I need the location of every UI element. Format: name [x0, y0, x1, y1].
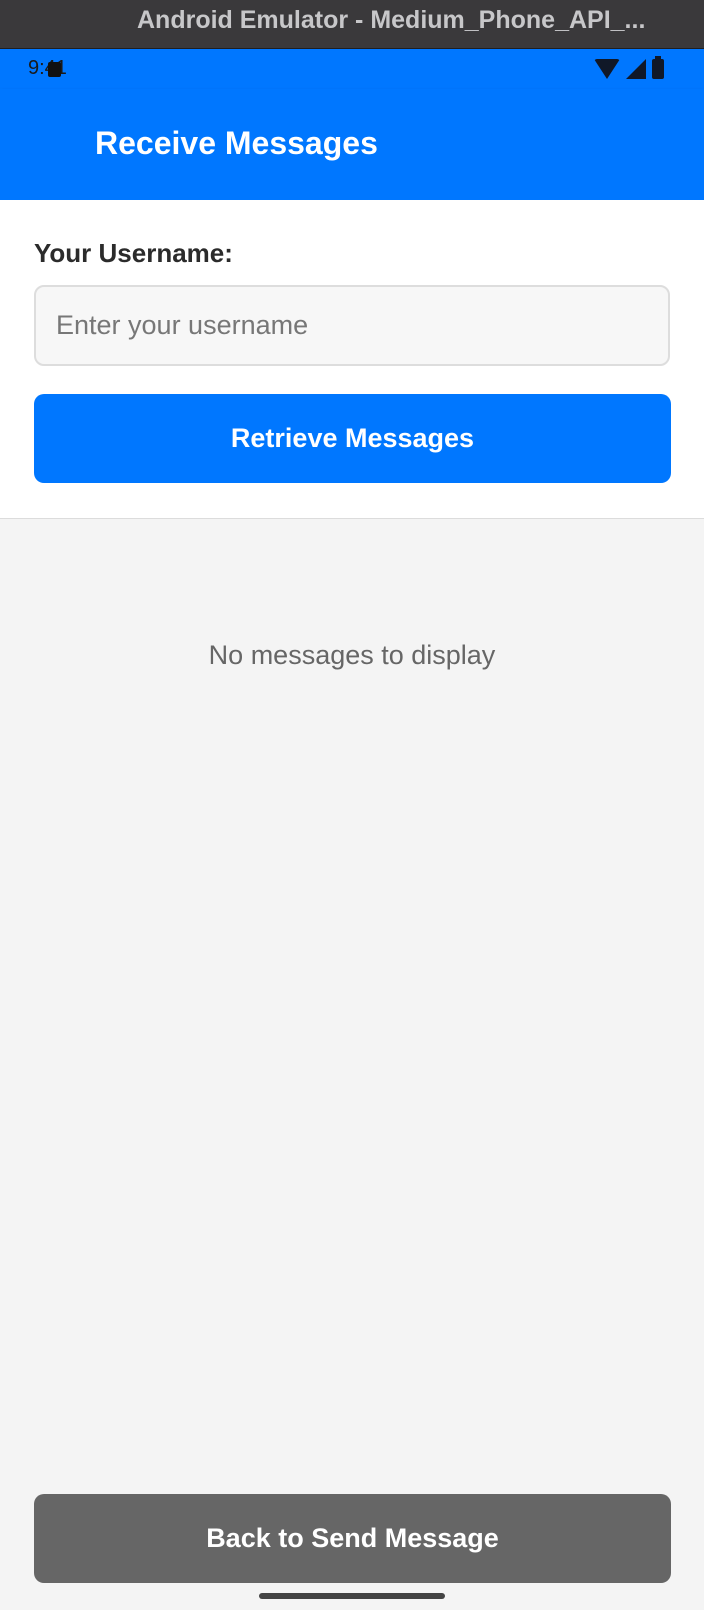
status-icons	[594, 56, 664, 79]
battery-icon	[652, 56, 664, 79]
retrieve-messages-button[interactable]: Retrieve Messages	[34, 394, 671, 483]
messages-list[interactable]: No messages to display	[0, 519, 704, 1489]
status-bar: 9:41	[0, 49, 704, 89]
back-to-send-button[interactable]: Back to Send Message	[34, 1494, 671, 1583]
window-title: Android Emulator - Medium_Phone_API_...	[137, 6, 646, 34]
username-input[interactable]	[34, 285, 670, 366]
window-title-bar: Android Emulator - Medium_Phone_API_...	[0, 0, 704, 49]
username-form: Your Username: Retrieve Messages	[0, 200, 704, 519]
page-title: Receive Messages	[95, 125, 378, 161]
emulator-window: Android Emulator - Medium_Phone_API_... …	[0, 0, 704, 1610]
signal-icon	[626, 59, 646, 79]
wifi-icon	[594, 59, 620, 79]
home-indicator[interactable]	[259, 1593, 445, 1599]
app-bar: Receive Messages	[0, 89, 704, 200]
username-label: Your Username:	[34, 238, 233, 268]
empty-state-text: No messages to display	[208, 640, 496, 670]
notification-icon	[48, 62, 61, 77]
